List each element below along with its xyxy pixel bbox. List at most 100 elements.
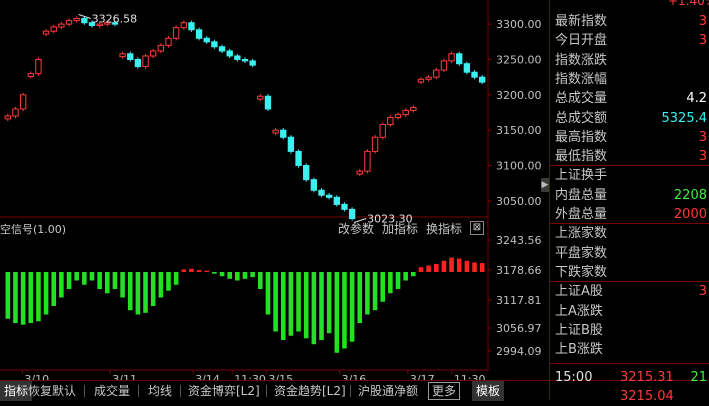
indicator-bar bbox=[250, 272, 255, 278]
collapse-panel-handle[interactable]: ▶ bbox=[541, 178, 549, 192]
candle-body bbox=[12, 108, 19, 117]
indicator-bar bbox=[89, 272, 95, 281]
indicator-bar bbox=[441, 260, 447, 272]
indicator-bar bbox=[326, 272, 332, 334]
candle-body bbox=[440, 60, 448, 71]
candle-body bbox=[58, 23, 65, 28]
indicator-bar bbox=[449, 257, 454, 272]
indicator-bar bbox=[59, 272, 64, 298]
quote-row: 总成交量 4.2 bbox=[550, 89, 709, 108]
quote-value: 3 bbox=[698, 129, 707, 145]
indicator-bar bbox=[334, 272, 340, 353]
candle-body bbox=[402, 109, 409, 116]
quote-label: 内盘总量 bbox=[555, 187, 608, 203]
candle-body bbox=[417, 78, 425, 83]
candle-body bbox=[42, 30, 50, 35]
quote-label: 最低指数 bbox=[555, 149, 608, 165]
quote-row: 上A涨跌 bbox=[550, 302, 709, 321]
candle-body bbox=[65, 20, 73, 25]
edit-params-button[interactable]: 改参数 bbox=[338, 220, 374, 237]
quote-label: 指数涨跌 bbox=[555, 52, 608, 68]
tab-divider bbox=[266, 385, 267, 397]
indicator-bar bbox=[388, 272, 393, 294]
indicator-bar bbox=[150, 272, 156, 306]
quote-label: 上证A股 bbox=[555, 284, 603, 300]
price-chart[interactable]: 3326.583023.30 3300.003250.003200.003150… bbox=[0, 0, 549, 400]
quote-label: 最新指数 bbox=[555, 14, 608, 29]
candle-body bbox=[379, 124, 386, 138]
indicator-bar bbox=[166, 272, 171, 291]
tab-volume[interactable]: 成交量 bbox=[94, 381, 130, 401]
candle-body bbox=[425, 76, 432, 80]
y-tick-label: 3150.00 bbox=[496, 124, 542, 137]
switch-indicator-button[interactable]: 换指标 bbox=[426, 220, 462, 237]
candle-body bbox=[318, 189, 325, 196]
candle-body bbox=[264, 95, 272, 110]
add-indicator-button[interactable]: 加指标 bbox=[382, 220, 418, 237]
indicator-bar bbox=[395, 272, 401, 289]
quote-row: 平盘家数 bbox=[550, 244, 709, 263]
candle-body bbox=[257, 95, 264, 100]
tab-divider bbox=[22, 385, 23, 397]
quote-divider bbox=[550, 363, 709, 364]
indicator-bar bbox=[311, 272, 317, 345]
indicator-bar bbox=[265, 272, 271, 315]
ind-y-tick-label: 2994.09 bbox=[496, 345, 542, 358]
tab-northbound-net[interactable]: 沪股通净额 bbox=[358, 381, 418, 401]
indicator-bar bbox=[189, 268, 194, 272]
tick-row: 3215.04 bbox=[550, 387, 709, 406]
close-indicator-icon[interactable]: ⊠ bbox=[470, 221, 484, 235]
candle-body bbox=[333, 196, 340, 205]
indicator-title: 空信号(1.00) bbox=[0, 223, 67, 236]
indicator-bar bbox=[212, 272, 217, 274]
tab-fund-trend[interactable]: 资金趋势[L2] bbox=[274, 381, 346, 401]
quote-row: 外盘总量 2000 bbox=[550, 205, 709, 224]
indicator-bar bbox=[303, 272, 309, 339]
quote-row: 上证A股 3 bbox=[550, 282, 709, 301]
quote-row: 上涨家数 bbox=[550, 224, 709, 243]
indicator-bar bbox=[411, 272, 416, 277]
ind-y-tick-label: 3117.81 bbox=[496, 294, 542, 307]
candle-body bbox=[226, 50, 233, 57]
indicator-bar bbox=[51, 272, 57, 306]
indicator-bar bbox=[219, 272, 225, 277]
candle-body bbox=[325, 194, 333, 198]
template-button[interactable]: 模板 bbox=[472, 381, 505, 401]
quote-value: 4.2 bbox=[686, 91, 707, 107]
quote-label: 指数涨幅 bbox=[555, 71, 608, 87]
indicator-bar bbox=[135, 272, 141, 315]
quote-row: 下跌家数 bbox=[550, 263, 709, 282]
indicator-bar bbox=[242, 272, 248, 279]
candle-body bbox=[364, 150, 371, 172]
candle-body bbox=[142, 55, 149, 68]
indicator-bar bbox=[479, 263, 485, 272]
candle-body bbox=[165, 37, 172, 46]
candle-body bbox=[280, 129, 287, 138]
tab-fund-game[interactable]: 资金博弈[L2] bbox=[188, 381, 260, 401]
quote-label: 总成交量 bbox=[555, 91, 608, 107]
candle-body bbox=[188, 22, 195, 31]
indicator-bar bbox=[43, 272, 49, 315]
indicator-bar bbox=[120, 272, 125, 298]
indicator-bar bbox=[82, 272, 87, 285]
indicator-bar bbox=[204, 270, 210, 272]
tab-restore-default[interactable]: 恢复默认 bbox=[28, 381, 76, 401]
quote-row: 指数涨跌 bbox=[550, 51, 709, 70]
candle-body bbox=[463, 63, 471, 73]
annotation-label: 3326.58 bbox=[92, 12, 138, 25]
candle-body bbox=[127, 53, 134, 60]
tab-moving-average[interactable]: 均线 bbox=[148, 381, 172, 401]
quote-row: 最新指数 3 bbox=[550, 12, 709, 31]
quote-divider bbox=[550, 165, 709, 167]
indicator-bar bbox=[173, 272, 179, 285]
indicator-bar bbox=[112, 272, 118, 289]
candle-body bbox=[448, 53, 455, 62]
indicator-bar bbox=[365, 272, 370, 315]
indicator-bar bbox=[28, 272, 34, 323]
quote-label: 总成交额 bbox=[555, 110, 608, 126]
indicator-bar bbox=[349, 272, 355, 342]
indicator-bar bbox=[227, 272, 232, 279]
candle-body bbox=[241, 58, 249, 62]
quote-value: 3 bbox=[698, 149, 707, 165]
more-button[interactable]: 更多 bbox=[428, 382, 461, 400]
